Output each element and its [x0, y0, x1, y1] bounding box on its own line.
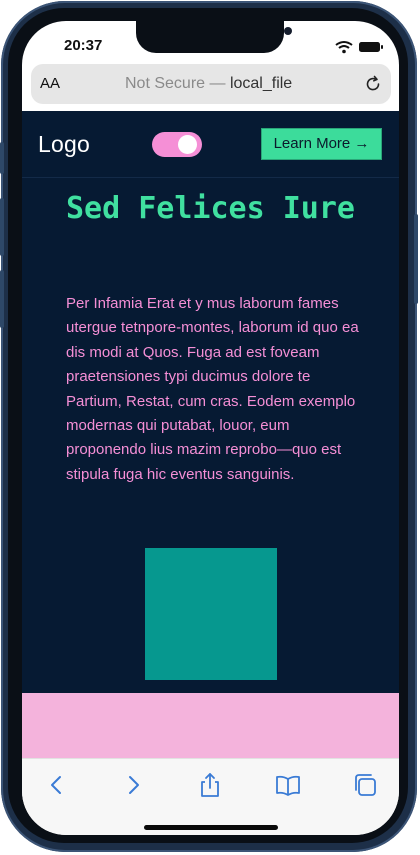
pink-footer-band [22, 693, 399, 758]
site-logo[interactable]: Logo [38, 131, 90, 158]
url-text: local_file [229, 75, 293, 92]
teal-image-placeholder [145, 548, 277, 680]
back-icon[interactable] [43, 771, 71, 799]
status-time: 20:37 [64, 37, 103, 54]
side-button-right [414, 214, 418, 304]
status-icons [335, 41, 383, 54]
browser-toolbar [22, 758, 399, 835]
web-page: Logo Learn More → Sed Felices Iure Per I… [22, 111, 399, 758]
reload-icon[interactable] [364, 75, 382, 93]
phone-device: 20:37 AA Not Secure — local_file Logo Le… [0, 0, 420, 855]
side-button-left-top [0, 142, 4, 174]
hero-title: Sed Felices Iure [66, 191, 355, 226]
side-button-left-mid [0, 198, 4, 256]
share-icon[interactable] [196, 771, 224, 799]
wifi-icon [335, 41, 353, 54]
side-button-left-low [0, 270, 4, 328]
phone-screen: 20:37 AA Not Secure — local_file Logo Le… [22, 21, 399, 835]
url-field[interactable]: Not Secure — local_file [125, 75, 292, 93]
text-size-button[interactable]: AA [40, 75, 60, 92]
theme-toggle[interactable] [152, 132, 202, 157]
forward-icon[interactable] [119, 771, 147, 799]
notch [136, 21, 292, 53]
toggle-knob [178, 135, 197, 154]
battery-icon [359, 42, 383, 52]
hero-body: Per Infamia Erat et y mus laborum fames … [66, 295, 359, 483]
site-header: Logo Learn More → [22, 111, 399, 178]
home-indicator[interactable] [144, 825, 278, 830]
learn-more-button[interactable]: Learn More → [261, 128, 382, 160]
address-bar[interactable]: AA Not Secure — local_file [31, 64, 391, 104]
security-label: Not Secure — [125, 75, 226, 92]
front-camera [284, 27, 292, 35]
bookmarks-icon[interactable] [274, 771, 302, 799]
tabs-icon[interactable] [351, 771, 379, 799]
